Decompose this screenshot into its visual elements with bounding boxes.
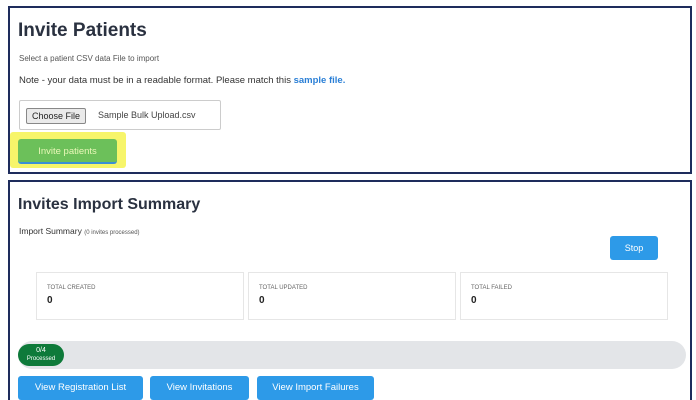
sample-file-link[interactable]: sample file. — [294, 75, 346, 86]
invite-title: Invite Patients — [18, 20, 147, 41]
view-registration-list-button[interactable]: View Registration List — [18, 376, 143, 400]
invite-patients-panel: Invite Patients Select a patient CSV dat… — [8, 6, 692, 174]
file-input[interactable]: Choose File Sample Bulk Upload.csv — [19, 100, 221, 130]
stat-value: 0 — [47, 295, 53, 306]
summary-subtitle: Import Summary (0 invites processed) — [19, 226, 140, 236]
view-invitations-button[interactable]: View Invitations — [150, 376, 249, 400]
processed-note: (0 invites processed) — [84, 230, 140, 236]
invite-patients-button[interactable]: Invite patients — [18, 139, 117, 164]
invite-subtitle: Select a patient CSV data File to import — [19, 54, 160, 63]
stat-value: 0 — [471, 295, 477, 306]
stat-card-failed: TOTAL FAILED 0 — [460, 272, 668, 320]
progress-count: 0/4 — [36, 347, 46, 354]
stop-button[interactable]: Stop — [610, 236, 658, 260]
stat-value: 0 — [259, 295, 265, 306]
invite-note-text: Note - your data must be in a readable f… — [19, 75, 291, 86]
selected-file-name: Sample Bulk Upload.csv — [98, 110, 196, 120]
invite-note: Note - your data must be in a readable f… — [19, 75, 345, 86]
choose-file-button[interactable]: Choose File — [26, 108, 87, 124]
view-import-failures-button[interactable]: View Import Failures — [257, 376, 374, 400]
stat-label: TOTAL FAILED — [471, 285, 512, 291]
import-summary-panel: Invites Import Summary Import Summary (0… — [8, 180, 692, 400]
progress-indicator: 0/4 Processed — [18, 344, 64, 366]
progress-label: Processed — [26, 356, 56, 362]
stat-label: TOTAL CREATED — [47, 285, 96, 291]
stat-label: TOTAL UPDATED — [259, 285, 308, 291]
summary-title: Invites Import Summary — [18, 196, 201, 213]
summary-subtitle-label: Import Summary — [19, 226, 82, 236]
progress-bar: 0/4 Processed — [18, 341, 686, 369]
stat-card-created: TOTAL CREATED 0 — [36, 272, 244, 320]
stat-card-updated: TOTAL UPDATED 0 — [248, 272, 456, 320]
